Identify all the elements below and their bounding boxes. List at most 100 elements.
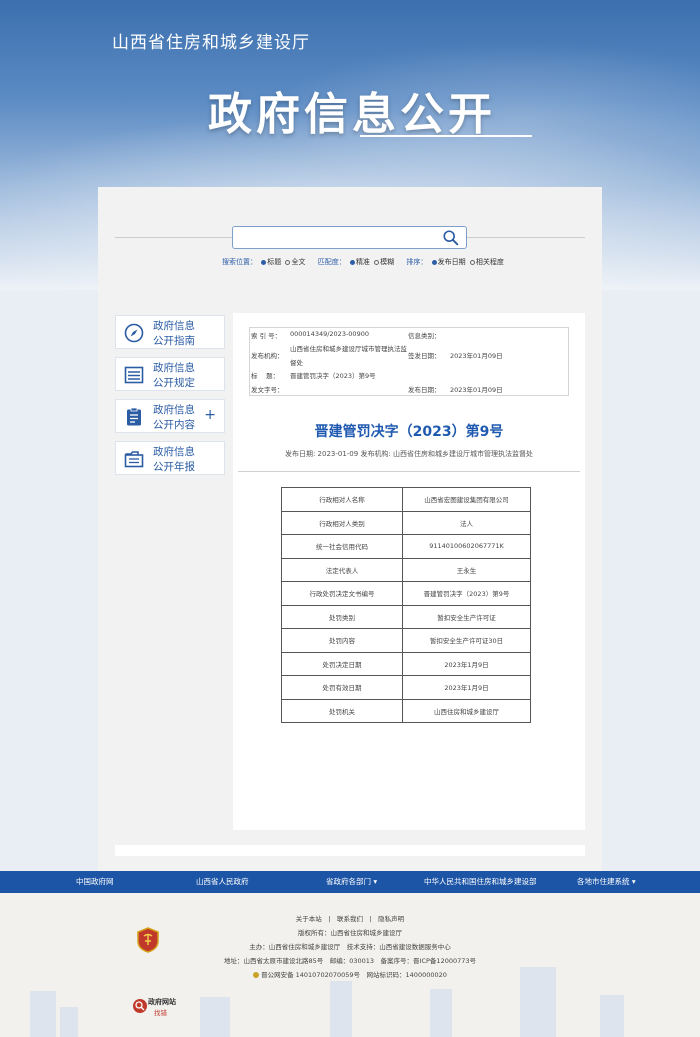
sidebar-item-rules[interactable]: 政府信息 公开规定 [115,357,225,391]
radio-title[interactable] [261,259,267,265]
expand-icon[interactable]: + [204,408,216,422]
nav-link-label: 省政府各部门 [326,877,371,886]
radio-date[interactable] [431,259,437,265]
panel-bottom-strip [115,845,585,856]
table-value-cell: 暂扣安全生产许可证 [402,604,531,629]
publisher-value: 山西省住房和城乡建设厅城市管理执法监 [290,345,407,353]
table-value-cell: 王永生 [402,557,531,582]
table-row: 处罚有效日期 2023年1月9日 [281,675,531,700]
table-key-cell: 行政处罚决定文书编号 [281,581,403,606]
title-label: 标 题： [251,372,280,380]
table-row: 法定代表人 王永生 [281,557,531,582]
content-divider [238,471,580,472]
footer-police: 晋公网安备 14010702070059号 网站标识码：1400000020 [0,969,700,979]
sidebar-item-label: 公开年报 [153,461,195,473]
page-title: 政府信息公开 [208,89,496,140]
penalty-table: 行政相对人名称 山西省宏图建设集团有限公司 行政相对人类别 法人 统一社会信用代码 911… [281,487,531,723]
table-key-cell: 处罚类别 [281,604,403,629]
search-box [232,226,467,250]
table-key-cell: 法定代表人 [281,557,403,582]
nav-link-departments[interactable]: 省政府各部门 ▾ [326,876,377,887]
magnifier-icon [133,999,147,1013]
police-badge-icon [253,972,260,978]
docno-label: 发文字号： [251,386,284,394]
publisher-label: 发布机构： [251,352,284,360]
table-row: 处罚类别 暂扣安全生产许可证 [281,604,531,629]
sidebar-item-annual-report[interactable]: 政府信息 公开年报 [115,441,225,475]
skyline-decoration [600,995,624,1037]
search-position-label: 搜索位置： [222,258,257,266]
radio-relevance-label: 相关程度 [475,258,504,266]
table-value-cell: 山西住房和城乡建设厅 [402,698,531,723]
title-underline [360,135,532,137]
chevron-down-icon: ▾ [373,877,378,886]
search-options: 搜索位置： 标题 全文 匹配度： 精准 模糊 排序： 发布日期 相关程度 [222,257,514,267]
footer-host: 主办：山西省住房和城乡建设厅 技术支持：山西省建设数据服务中心 [249,943,451,951]
footer-nav: 中国政府网 山西省人民政府 省政府各部门 ▾ 中华人民共和国住房和城乡建设部 各… [0,871,700,893]
publish-value: 2023年01月09日 [450,386,503,394]
radio-relevance[interactable] [469,259,475,265]
index-value: 000014349/2023-00900 [290,330,369,338]
table-value-cell: 2023年1月9日 [402,675,531,700]
sidebar-item-label: 政府信息 [153,446,195,458]
nav-link-city-systems[interactable]: 各地市住建系统 ▾ [577,876,636,887]
search-input[interactable] [233,228,428,250]
sort-label: 排序： [406,258,428,266]
table-key-cell: 处罚有效日期 [281,675,403,700]
table-row: 处罚内容 暂扣安全生产许可证30日 [281,628,531,653]
chevron-down-icon: ▾ [631,877,636,886]
nav-link-shanxi-gov[interactable]: 山西省人民政府 [196,876,249,887]
radio-exact[interactable] [349,259,355,265]
table-key-cell: 行政相对人名称 [281,487,403,512]
table-row: 行政相对人类别 法人 [281,510,531,535]
radio-fuzzy-label: 模糊 [380,258,395,266]
badge-sub-label: 找错 [154,1009,167,1017]
nav-link-mohurd[interactable]: 中华人民共和国住房和城乡建设部 [424,876,537,887]
footer-copyright: 版权所有：山西省住房和城乡建设厅 [298,929,402,937]
category-label: 信息类别： [408,332,441,340]
nav-link-gov-cn[interactable]: 中国政府网 [76,876,114,887]
publisher-value-cont: 督处 [290,359,303,367]
table-value-cell: 晋建管罚决字（2023）第9号 [402,581,531,606]
sidebar-item-label: 政府信息 [153,320,195,332]
footer: 关于本站 | 联系我们 | 隐私声明 版权所有：山西省住房和城乡建设厅 主办：山… [0,893,700,1037]
radio-fuzzy[interactable] [374,259,380,265]
signed-value: 2023年01月09日 [450,352,503,360]
radio-fulltext[interactable] [285,259,291,265]
sidebar-item-guide[interactable]: 政府信息 公开指南 [115,315,225,349]
table-value-cell: 2023年1月9日 [402,651,531,676]
sidebar-item-label: 公开指南 [153,335,195,347]
folder-icon [124,451,144,468]
table-key-cell: 处罚决定日期 [281,651,403,676]
radio-exact-label: 精准 [355,258,370,266]
footer-links[interactable]: 关于本站 | 联系我们 | 隐私声明 [0,913,700,923]
list-icon [124,366,144,384]
sidebar-item-label: 政府信息 [153,362,195,374]
title-value: 晋建管罚决字（2023）第9号 [290,372,376,380]
party-emblem-icon[interactable] [136,927,160,953]
publish-label: 发布日期： [408,386,441,394]
table-row: 处罚决定日期 2023年1月9日 [281,651,531,676]
nav-link-label: 各地市住建系统 [577,877,630,886]
table-key-cell: 处罚机关 [281,698,403,723]
clipboard-icon [127,407,141,426]
skyline-decoration [30,991,56,1037]
badge-label: 政府网站 [148,998,176,1006]
table-row: 行政相对人名称 山西省宏图建设集团有限公司 [281,487,531,512]
document-title: 晋建管罚决字（2023）第9号 [314,424,504,440]
compass-icon [124,323,144,343]
table-key-cell: 行政相对人类别 [281,510,403,535]
table-value-cell: 暂扣安全生产许可证30日 [402,628,531,653]
gov-website-error-badge[interactable]: 政府网站 找错 [132,996,180,1017]
sidebar-item-label: 公开规定 [153,377,195,389]
footer-police-text: 晋公网安备 14010702070059号 网站标识码：1400000020 [261,971,447,979]
site-name[interactable]: 山西省住房和城乡建设厅 [112,28,310,53]
sidebar-item-content[interactable]: 政府信息 公开内容 + [115,399,225,433]
search-icon[interactable] [442,229,460,247]
radio-title-label: 标题 [267,258,282,266]
table-key-cell: 处罚内容 [281,628,403,653]
skyline-decoration [200,997,230,1037]
skyline-decoration [430,989,452,1037]
table-row: 处罚机关 山西住房和城乡建设厅 [281,698,531,723]
footer-address: 地址：山西省太原市建设北路85号 邮编：030013 备案序号：晋ICP备120… [223,957,477,965]
